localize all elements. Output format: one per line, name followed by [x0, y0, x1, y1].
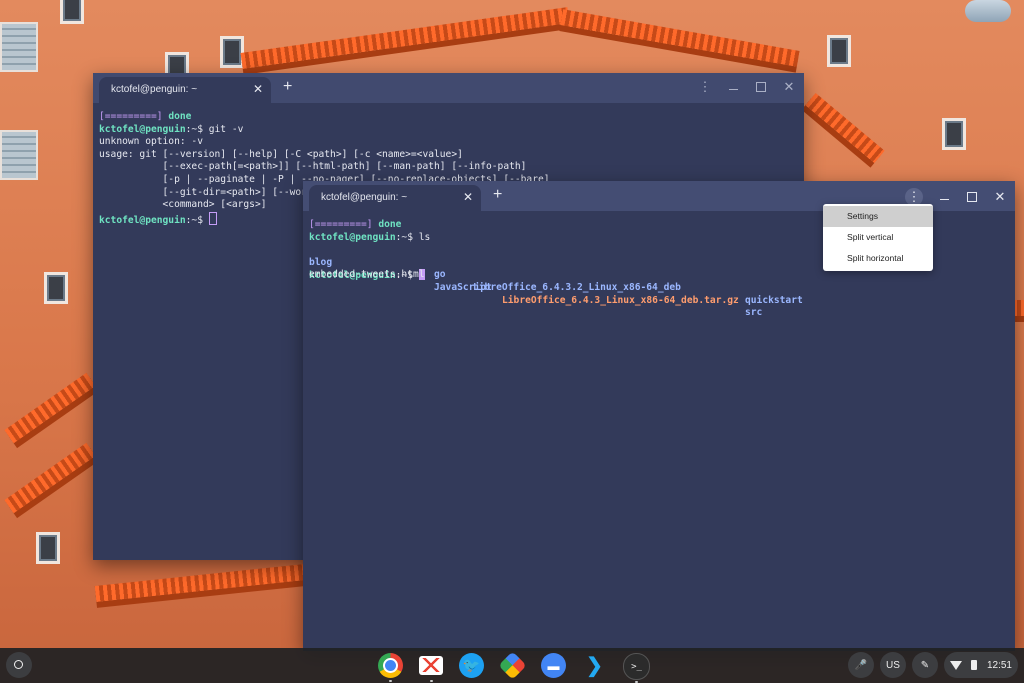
shelf: 🐦 ▬ ❯ >_ 🎤 US ✎ 12:51 [0, 648, 1024, 683]
system-tray[interactable]: 12:51 [944, 652, 1018, 678]
terminal-line: [=========] done [99, 111, 192, 122]
terminal-line: usage: git [--version] [--help] [-C <pat… [99, 148, 463, 160]
menu-item-settings[interactable]: Settings [823, 206, 933, 227]
close-window-icon[interactable]: ✕ [782, 80, 796, 94]
terminal-app-icon[interactable]: >_ [623, 653, 650, 683]
close-tab-icon[interactable]: ✕ [463, 190, 473, 204]
ls-entry: LibreOffice_6.4.3_Linux_x86-64_deb.tar.g… [502, 294, 739, 306]
terminal-cursor [208, 211, 217, 225]
microphone-icon[interactable]: 🎤 [848, 652, 874, 678]
maximize-icon[interactable] [965, 190, 979, 204]
chrome-icon[interactable] [378, 653, 403, 682]
maximize-icon[interactable] [754, 80, 768, 94]
vscode-icon[interactable]: ❯ [582, 653, 607, 678]
ls-entry: go [434, 269, 446, 281]
wallpaper-glass-block [0, 130, 38, 180]
tab-title: kctofel@penguin: ~ [111, 84, 198, 95]
terminal-tab[interactable]: kctofel@penguin: ~ ✕ [309, 185, 481, 211]
wallpaper-window [60, 0, 84, 24]
ls-entry: src [745, 307, 763, 319]
menu-item-split-horizontal[interactable]: Split horizontal [823, 248, 933, 269]
terminal-line: kctofel@penguin:~$ git -v [99, 123, 244, 135]
stylus-icon[interactable]: ✎ [912, 652, 938, 678]
more-options-icon[interactable]: ⋮ [698, 80, 712, 94]
window-titlebar[interactable]: kctofel@penguin: ~ ✕ + ⋮ ✕ [93, 73, 804, 103]
new-tab-button[interactable]: + [283, 78, 292, 96]
files-icon[interactable]: ▬ [541, 653, 566, 678]
new-tab-button[interactable]: + [493, 186, 502, 204]
status-area: 🎤 US ✎ 12:51 [848, 652, 1018, 678]
wallpaper-glass-block [0, 22, 38, 72]
terminal-tab[interactable]: kctofel@penguin: ~ ✕ [99, 77, 271, 103]
terminal-options-menu[interactable]: Settings Split vertical Split horizontal [823, 204, 933, 271]
ls-entry: LibreOffice_6.4.3.2_Linux_x86-64_deb [473, 281, 681, 293]
wallpaper-pipe [965, 0, 1011, 22]
ls-entry: JavaScript [434, 281, 492, 293]
wallpaper-window [44, 272, 68, 304]
wallpaper-window [827, 35, 851, 67]
terminal-line: [--exec-path[=<path>]] [--html-path] [--… [99, 161, 527, 173]
wallpaper-window [942, 118, 966, 150]
twitter-icon[interactable]: 🐦 [459, 653, 484, 678]
minimize-icon[interactable] [937, 190, 951, 204]
ls-entry: quickstart [745, 294, 803, 306]
minimize-icon[interactable] [726, 80, 740, 94]
battery-icon [971, 660, 978, 670]
google-photos-icon[interactable] [498, 651, 527, 680]
pinned-apps: 🐦 ▬ ❯ >_ [378, 651, 650, 683]
close-tab-icon[interactable]: ✕ [253, 82, 263, 96]
launcher-button[interactable] [6, 652, 32, 678]
tab-title: kctofel@penguin: ~ [321, 192, 408, 203]
wallpaper-window [36, 532, 60, 564]
gmail-icon[interactable] [419, 656, 443, 682]
ls-entry: embedded-tweets.html [309, 269, 425, 281]
clock: 12:51 [986, 659, 1012, 671]
wifi-icon [950, 660, 962, 670]
terminal-line: unknown option: -v [99, 136, 203, 148]
close-window-icon[interactable]: ✕ [993, 190, 1007, 204]
ime-indicator[interactable]: US [880, 652, 906, 678]
menu-item-split-vertical[interactable]: Split vertical [823, 227, 933, 248]
